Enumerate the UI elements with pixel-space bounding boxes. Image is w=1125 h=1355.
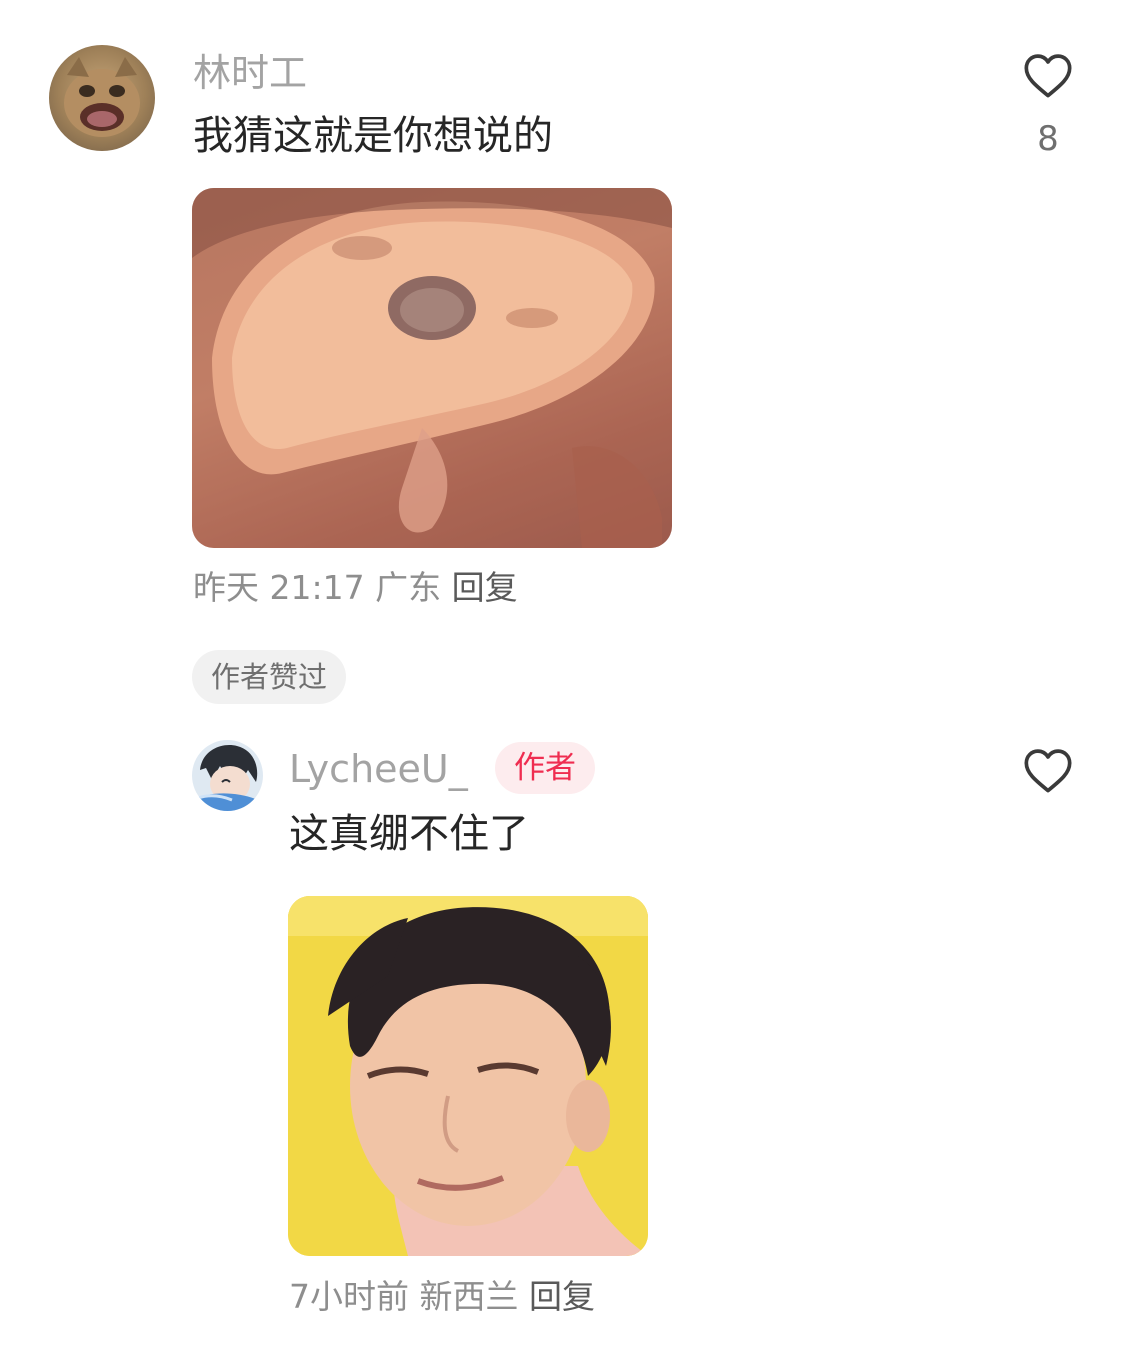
comment-location: 新西兰 xyxy=(419,1277,519,1316)
heart-outline-icon xyxy=(1024,54,1072,98)
comment-time: 7小时前 xyxy=(289,1277,409,1316)
bread-photo xyxy=(192,188,672,548)
like-count: 8 xyxy=(1037,119,1059,159)
avatar[interactable] xyxy=(192,740,263,811)
reply-button[interactable]: 回复 xyxy=(529,1277,595,1316)
author-liked-tag: 作者赞过 xyxy=(192,650,347,704)
comment-username[interactable]: 林时工 xyxy=(193,48,307,98)
anime-avatar-image xyxy=(192,745,263,811)
comment-username[interactable]: LycheeU_ xyxy=(289,744,468,794)
like-button[interactable]: 8 xyxy=(1018,49,1078,159)
reaction-meme-photo xyxy=(288,896,648,1256)
comment-text: 这真绷不住了 xyxy=(289,811,529,857)
comment-image[interactable] xyxy=(288,896,648,1256)
author-badge: 作者 xyxy=(495,742,595,794)
avatar[interactable] xyxy=(49,45,155,151)
comment-meta: 7小时前 新西兰 回复 xyxy=(289,1275,595,1319)
comment-image[interactable] xyxy=(192,188,672,548)
cat-avatar-image xyxy=(64,57,140,137)
like-button[interactable] xyxy=(1018,744,1078,804)
comment-text: 我猜这就是你想说的 xyxy=(193,113,553,159)
comment-item: 林时工 我猜这就是你想说的 8 昨天 21:17 广东 回复 作者赞过 xyxy=(0,0,1125,710)
heart-outline-icon xyxy=(1024,749,1072,793)
comment-meta: 昨天 21:17 广东 回复 xyxy=(193,566,518,610)
reply-button[interactable]: 回复 xyxy=(452,568,518,607)
reply-comment-item: LycheeU_ 作者 这真绷不住了 7小时前 新西兰 回复 xyxy=(0,720,1125,1355)
comment-location: 广东 xyxy=(375,568,442,607)
comment-time: 昨天 21:17 xyxy=(193,568,365,607)
